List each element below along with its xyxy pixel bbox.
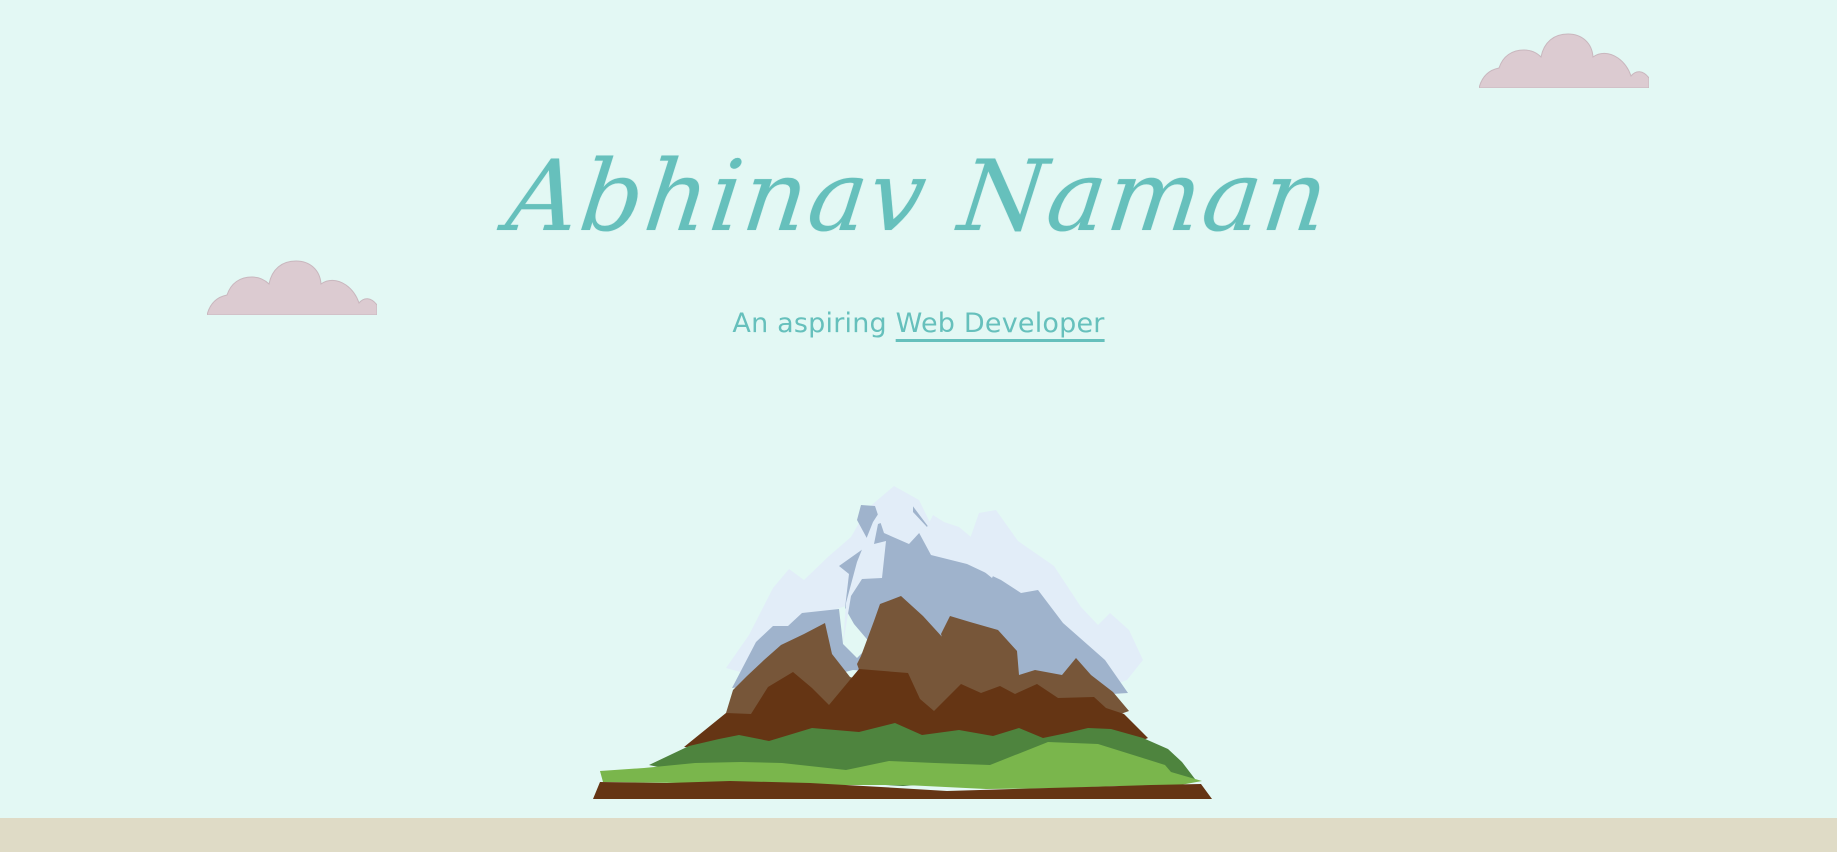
hero-tagline: An aspiring Web Developer (0, 305, 1837, 343)
tagline-prefix: An aspiring (732, 308, 896, 339)
web-developer-link[interactable]: Web Developer (896, 308, 1105, 339)
cloud-icon (1478, 30, 1650, 89)
landing-hero: Abhinav Naman An aspiring Web Developer (0, 0, 1837, 852)
ground-strip (0, 818, 1837, 852)
mountain-icon (591, 470, 1265, 800)
page-title: Abhinav Naman (501, 140, 1336, 254)
